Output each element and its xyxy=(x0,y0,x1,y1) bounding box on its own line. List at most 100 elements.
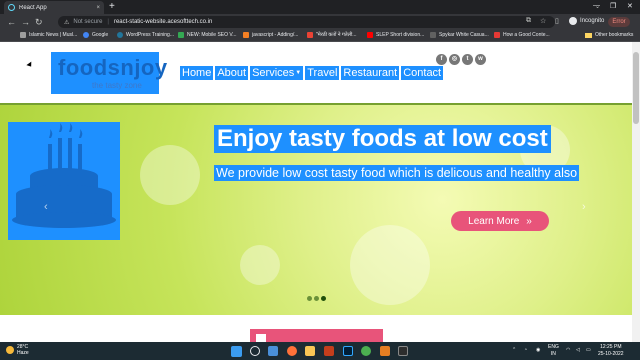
back-button[interactable]: ← xyxy=(7,16,16,28)
nav-travel[interactable]: Travel xyxy=(305,66,340,80)
bookmark-star-icon[interactable]: ☆ xyxy=(540,17,546,25)
file-explorer-icon[interactable] xyxy=(305,346,315,356)
windows-start-icon[interactable] xyxy=(231,346,242,357)
learn-more-button[interactable]: Learn More » xyxy=(451,211,549,231)
clock-date: 25-10-2022 xyxy=(598,351,624,357)
bookmark-item[interactable]: SLEP Short division... xyxy=(367,32,424,38)
tab-title: React App xyxy=(19,4,47,11)
side-panel-icon[interactable]: ▯ xyxy=(555,17,559,25)
battery-icon[interactable]: ▭ xyxy=(586,347,591,353)
nav-contact[interactable]: Contact xyxy=(401,66,444,80)
windows-taskbar: 28°C Haze ⌃ ◔ ◉ ENG IN ◠ ◁ ▭ 12:25 PM 25… xyxy=(0,342,640,360)
carousel-dot-active[interactable] xyxy=(321,296,326,301)
learn-more-label: Learn More xyxy=(468,215,520,227)
nav-services-label: Services xyxy=(252,67,295,79)
nav-about[interactable]: About xyxy=(215,66,249,80)
clock[interactable]: 12:25 PM 25-10-2022 xyxy=(598,344,624,358)
bookmark-favicon-icon xyxy=(20,32,26,38)
birthday-cake-icon xyxy=(12,123,116,228)
bookmark-item[interactable]: WordPress Training... xyxy=(117,32,174,38)
address-separator: | xyxy=(107,19,109,25)
firefox-icon[interactable] xyxy=(287,346,297,356)
forward-button[interactable]: → xyxy=(21,16,30,28)
react-favicon-icon xyxy=(8,4,15,11)
carousel-indicators xyxy=(307,296,328,301)
site-logo[interactable]: foodsnjoy the tasty zone xyxy=(51,52,167,94)
folder-icon xyxy=(585,32,592,38)
bookmark-favicon-icon xyxy=(494,32,500,38)
close-window-button[interactable]: ✕ xyxy=(627,2,633,10)
bookmark-item[interactable]: NEW: Mobile SEO V... xyxy=(178,32,236,38)
bookmark-item[interactable]: How a Good Conte... xyxy=(494,32,550,38)
carousel-dot[interactable] xyxy=(314,296,319,301)
bokeh-decoration xyxy=(240,245,280,285)
section-card xyxy=(250,329,383,342)
nav-services[interactable]: Services ▼ xyxy=(250,66,304,80)
maximize-button[interactable]: ❐ xyxy=(610,2,616,10)
security-label[interactable]: Not secure xyxy=(73,19,102,25)
weather-desc: Haze xyxy=(17,350,29,356)
card-image xyxy=(256,334,266,342)
tray-chevron-icon[interactable]: ⌃ xyxy=(512,347,516,353)
share-icon[interactable]: ⧉ xyxy=(526,17,531,25)
terminal-icon[interactable] xyxy=(398,346,408,356)
scrollbar-thumb[interactable] xyxy=(633,52,639,124)
profile-button[interactable]: Incognito xyxy=(569,17,604,25)
bokeh-decoration xyxy=(350,225,430,305)
mouse-cursor-icon xyxy=(26,61,34,69)
bookmark-label: Islamic News | Musl... xyxy=(29,32,78,38)
reload-button[interactable]: ↻ xyxy=(35,16,43,28)
vlc-icon[interactable] xyxy=(380,346,390,356)
wordpress-icon xyxy=(117,32,123,38)
url-text[interactable]: react-static-website.acesofttech.co.in xyxy=(114,19,212,25)
google-icon xyxy=(83,32,89,38)
address-bar[interactable]: ⚠ Not secure | react-static-website.aces… xyxy=(58,16,555,28)
web-page: foodsnjoy the tasty zone Home About Serv… xyxy=(0,42,632,342)
facebook-icon[interactable]: f xyxy=(436,54,447,65)
language-indicator[interactable]: ENG IN xyxy=(548,344,559,358)
weather-widget[interactable]: 28°C Haze xyxy=(6,344,29,356)
search-icon[interactable] xyxy=(250,346,260,356)
powerpoint-icon[interactable] xyxy=(324,346,334,356)
page-scrollbar[interactable] xyxy=(632,42,640,342)
browser-tabstrip: React App × + ⌄ — ❐ ✕ xyxy=(0,0,640,14)
bookmark-label: SLEP Short division... xyxy=(376,32,425,38)
location-icon[interactable]: ◉ xyxy=(536,347,540,353)
nav-home[interactable]: Home xyxy=(180,66,214,80)
other-bookmarks-label: Other bookmarks xyxy=(595,32,634,38)
bookmark-label: Google xyxy=(92,32,109,38)
tab-close-icon[interactable]: × xyxy=(96,5,100,11)
new-tab-button[interactable]: + xyxy=(109,1,115,13)
photoshop-icon[interactable] xyxy=(343,346,353,356)
hero-subtitle: We provide low cost tasty food which is … xyxy=(214,165,580,181)
error-button[interactable]: Error xyxy=(608,17,630,27)
wifi-icon[interactable]: ◠ xyxy=(566,347,570,353)
sun-haze-icon xyxy=(6,346,14,354)
carousel-dot[interactable] xyxy=(307,296,312,301)
bookmark-item[interactable]: Islamic News | Musl... xyxy=(20,32,77,38)
screen: React App × + ⌄ — ❐ ✕ ← → ↻ ⚠ Not secure… xyxy=(0,0,640,360)
warning-icon[interactable]: ⚠ xyxy=(64,19,69,26)
clock-time: 12:25 PM xyxy=(600,344,622,350)
twitter-icon[interactable]: t xyxy=(462,54,473,65)
bookmark-item[interactable]: Google xyxy=(83,32,108,38)
network-icon[interactable]: ◔ xyxy=(524,347,527,353)
other-bookmarks[interactable]: Other bookmarks xyxy=(585,32,633,38)
whatsapp-icon[interactable]: w xyxy=(475,54,486,65)
nav-restaurant[interactable]: Restaurant xyxy=(341,66,400,80)
bookmark-label: "मेरठी कतों ने गतेली... xyxy=(316,32,357,38)
carousel-prev-icon[interactable]: ‹ xyxy=(44,201,48,213)
browser-tab[interactable]: React App × xyxy=(4,1,104,14)
minimize-button[interactable]: — xyxy=(593,2,600,9)
bookmark-item[interactable]: "मेरठी कतों ने गतेली... xyxy=(307,32,356,38)
instagram-icon[interactable]: ◎ xyxy=(449,54,460,65)
bookmark-favicon-icon xyxy=(307,32,313,38)
lang-code: ENG xyxy=(548,344,559,350)
carousel-next-icon[interactable]: › xyxy=(582,201,586,213)
task-view-icon[interactable] xyxy=(268,346,278,356)
chrome-icon[interactable] xyxy=(361,346,371,356)
bookmark-item[interactable]: javascript - Adding/... xyxy=(243,32,298,38)
bookmark-item[interactable]: Spykar White Casua... xyxy=(430,32,489,38)
bookmark-label: NEW: Mobile SEO V... xyxy=(187,32,237,38)
volume-icon[interactable]: ◁ xyxy=(576,347,580,353)
